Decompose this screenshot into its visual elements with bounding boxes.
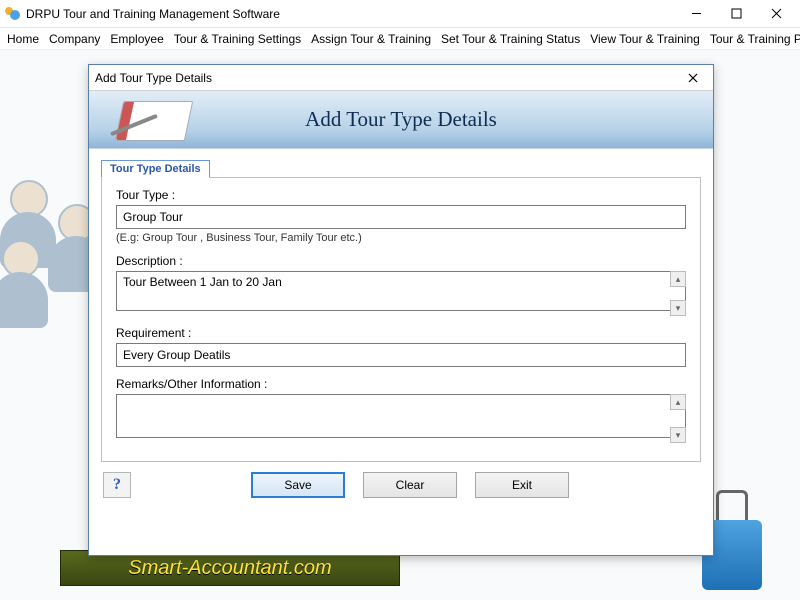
menu-pass[interactable]: Tour & Training Pass: [705, 30, 800, 48]
content-area: Smart-Accountant.com Add Tour Type Detai…: [0, 50, 800, 600]
tab-tour-type-details[interactable]: Tour Type Details: [101, 160, 210, 178]
minimize-button[interactable]: [676, 1, 716, 27]
menu-settings[interactable]: Tour & Training Settings: [169, 30, 306, 48]
tab-area: Tour Type Details Tour Type : (E.g: Grou…: [101, 159, 701, 462]
dialog-title: Add Tour Type Details: [95, 71, 679, 85]
dialog-heading: Add Tour Type Details: [305, 107, 497, 132]
description-input[interactable]: [116, 271, 686, 311]
save-button[interactable]: Save: [251, 472, 345, 498]
dialog-button-row: ? Save Clear Exit: [89, 462, 713, 508]
menu-home[interactable]: Home: [2, 30, 44, 48]
requirement-label: Requirement :: [116, 326, 686, 340]
requirement-input[interactable]: [116, 343, 686, 367]
close-button[interactable]: [756, 1, 796, 27]
add-tour-type-dialog: Add Tour Type Details Add Tour Type Deta…: [88, 64, 714, 556]
menu-company[interactable]: Company: [44, 30, 105, 48]
planner-icon: [103, 95, 198, 145]
logo-text: Smart-Accountant.com: [128, 557, 331, 580]
menu-view[interactable]: View Tour & Training: [585, 30, 705, 48]
main-titlebar: DRPU Tour and Training Management Softwa…: [0, 0, 800, 28]
maximize-button[interactable]: [716, 1, 756, 27]
row-description: Description : ▴ ▾: [116, 254, 686, 316]
menu-assign[interactable]: Assign Tour & Training: [306, 30, 436, 48]
app-icon: [4, 6, 20, 22]
tab-panel: Tour Type : (E.g: Group Tour , Business …: [101, 177, 701, 462]
row-tour-type: Tour Type : (E.g: Group Tour , Business …: [116, 188, 686, 244]
row-remarks: Remarks/Other Information : ▴ ▾: [116, 377, 686, 443]
clear-button[interactable]: Clear: [363, 472, 457, 498]
menu-employee[interactable]: Employee: [105, 30, 168, 48]
tour-type-hint: (E.g: Group Tour , Business Tour, Family…: [116, 232, 686, 244]
exit-button[interactable]: Exit: [475, 472, 569, 498]
help-button[interactable]: ?: [103, 472, 131, 498]
menu-status[interactable]: Set Tour & Training Status: [436, 30, 585, 48]
menubar: Home Company Employee Tour & Training Se…: [0, 28, 800, 50]
description-label: Description :: [116, 254, 686, 268]
dialog-header: Add Tour Type Details: [89, 91, 713, 149]
dialog-close-button[interactable]: [679, 67, 707, 89]
window-controls: [676, 1, 796, 27]
tour-type-input[interactable]: [116, 205, 686, 229]
row-requirement: Requirement :: [116, 326, 686, 367]
app-title: DRPU Tour and Training Management Softwa…: [26, 7, 676, 21]
tour-type-label: Tour Type :: [116, 188, 686, 202]
remarks-input[interactable]: [116, 394, 686, 438]
dialog-titlebar: Add Tour Type Details: [89, 65, 713, 91]
remarks-label: Remarks/Other Information :: [116, 377, 686, 391]
